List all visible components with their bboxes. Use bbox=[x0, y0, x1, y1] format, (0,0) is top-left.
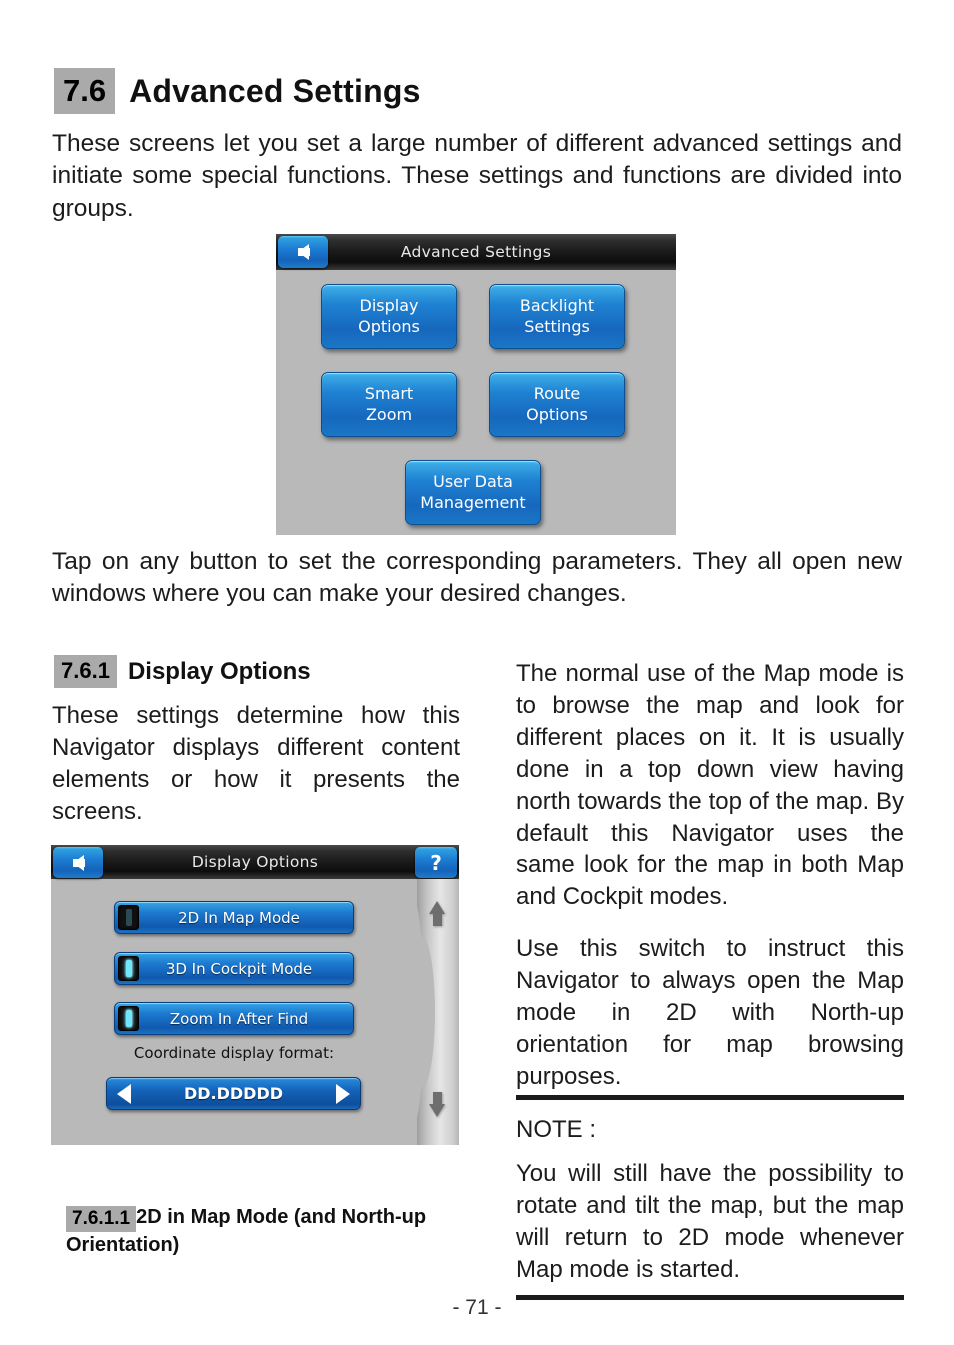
back-arrow-icon bbox=[297, 244, 310, 260]
page-number: - 71 - bbox=[452, 1296, 502, 1319]
button-label: Smart Zoom bbox=[364, 384, 414, 424]
device-body: Display Options Backlight Settings Smart… bbox=[276, 270, 676, 535]
back-arrow-icon bbox=[72, 854, 85, 871]
triangle-right-icon[interactable] bbox=[335, 1083, 350, 1104]
toggle-label: 2D In Map Mode bbox=[178, 908, 300, 927]
heading-7-6-1: 7.6.1 Display Options bbox=[54, 655, 311, 688]
toggle-label: 3D In Cockpit Mode bbox=[165, 959, 313, 978]
note-label: NOTE : bbox=[516, 1116, 597, 1143]
note-rule-top bbox=[516, 1095, 904, 1100]
triangle-left-icon[interactable] bbox=[117, 1083, 131, 1104]
heading-number: 7.6 bbox=[54, 68, 116, 114]
toggle-indicator-icon bbox=[118, 905, 139, 930]
display-options-button[interactable]: Display Options bbox=[321, 284, 457, 349]
figure-advanced-settings: Advanced Settings Display Options Backli… bbox=[276, 234, 676, 535]
back-button[interactable] bbox=[53, 847, 103, 878]
heading-title: Display Options bbox=[127, 657, 311, 685]
heading-title: Advanced Settings bbox=[129, 72, 421, 109]
coordinate-format-selector[interactable]: DD.DDDDD bbox=[106, 1077, 361, 1110]
coordinate-format-label: Coordinate display format: bbox=[133, 1044, 335, 1062]
device-body: 2D In Map Mode 3D In Cockpit Mode Zoom I… bbox=[51, 879, 459, 1145]
heading-number: 7.6.1.1 bbox=[66, 1205, 137, 1232]
right-paragraph-2: Use this switch to instruct this Navigat… bbox=[516, 935, 904, 1090]
scroll-panel-curve-lower bbox=[417, 937, 435, 1087]
question-mark-icon: ? bbox=[430, 850, 442, 875]
display-options-paragraph: These settings determine how this Naviga… bbox=[52, 702, 460, 825]
toggle-zoom-in-after-find[interactable]: Zoom In After Find bbox=[114, 1002, 354, 1035]
note-body: You will still have the possibility to r… bbox=[516, 1160, 904, 1283]
route-options-button[interactable]: Route Options bbox=[489, 372, 625, 437]
figure-display-options: Display Options ? 2D In Map Mode 3D In C… bbox=[51, 845, 459, 1145]
heading-number: 7.6.1 bbox=[54, 655, 117, 688]
back-button[interactable] bbox=[278, 236, 328, 268]
right-paragraph-1: The normal use of the Map mode is to bro… bbox=[516, 660, 904, 911]
button-label: Backlight Settings bbox=[519, 296, 595, 336]
arrow-down-icon[interactable] bbox=[429, 1091, 446, 1117]
coordinate-format-value: DD.DDDDD bbox=[183, 1084, 284, 1103]
backlight-settings-button[interactable]: Backlight Settings bbox=[489, 284, 625, 349]
help-button[interactable]: ? bbox=[415, 847, 457, 878]
toggle-2d-in-map-mode[interactable]: 2D In Map Mode bbox=[114, 901, 354, 934]
device-titlebar: Advanced Settings bbox=[276, 234, 676, 270]
intro-paragraph: These screens let you set a large number… bbox=[52, 130, 902, 222]
note-box: NOTE : You will still have the possibili… bbox=[516, 1095, 904, 1300]
button-label: User Data Management bbox=[420, 472, 526, 512]
toggle-indicator-icon bbox=[118, 1006, 139, 1031]
document-page: 7.6 Advanced Settings These screens let … bbox=[0, 0, 954, 1345]
device-title: Advanced Settings bbox=[400, 243, 552, 261]
button-label: Display Options bbox=[358, 296, 420, 336]
smart-zoom-button[interactable]: Smart Zoom bbox=[321, 372, 457, 437]
tap-paragraph: Tap on any button to set the correspondi… bbox=[52, 548, 902, 608]
arrow-up-icon[interactable] bbox=[429, 901, 446, 927]
scroll-panel[interactable] bbox=[417, 879, 459, 1145]
toggle-label: Zoom In After Find bbox=[169, 1009, 309, 1028]
toggle-indicator-icon bbox=[118, 956, 139, 981]
device-titlebar: Display Options ? bbox=[51, 845, 459, 879]
device-title: Display Options bbox=[191, 853, 319, 871]
heading-7-6-1-1: 7.6.1.1 2D in Map Mode (and North-up Orie… bbox=[66, 1204, 466, 1259]
toggle-3d-in-cockpit-mode[interactable]: 3D In Cockpit Mode bbox=[114, 952, 354, 985]
button-label: Route Options bbox=[526, 384, 588, 424]
user-data-management-button[interactable]: User Data Management bbox=[405, 460, 541, 525]
heading-7-6: 7.6 Advanced Settings bbox=[54, 68, 421, 114]
